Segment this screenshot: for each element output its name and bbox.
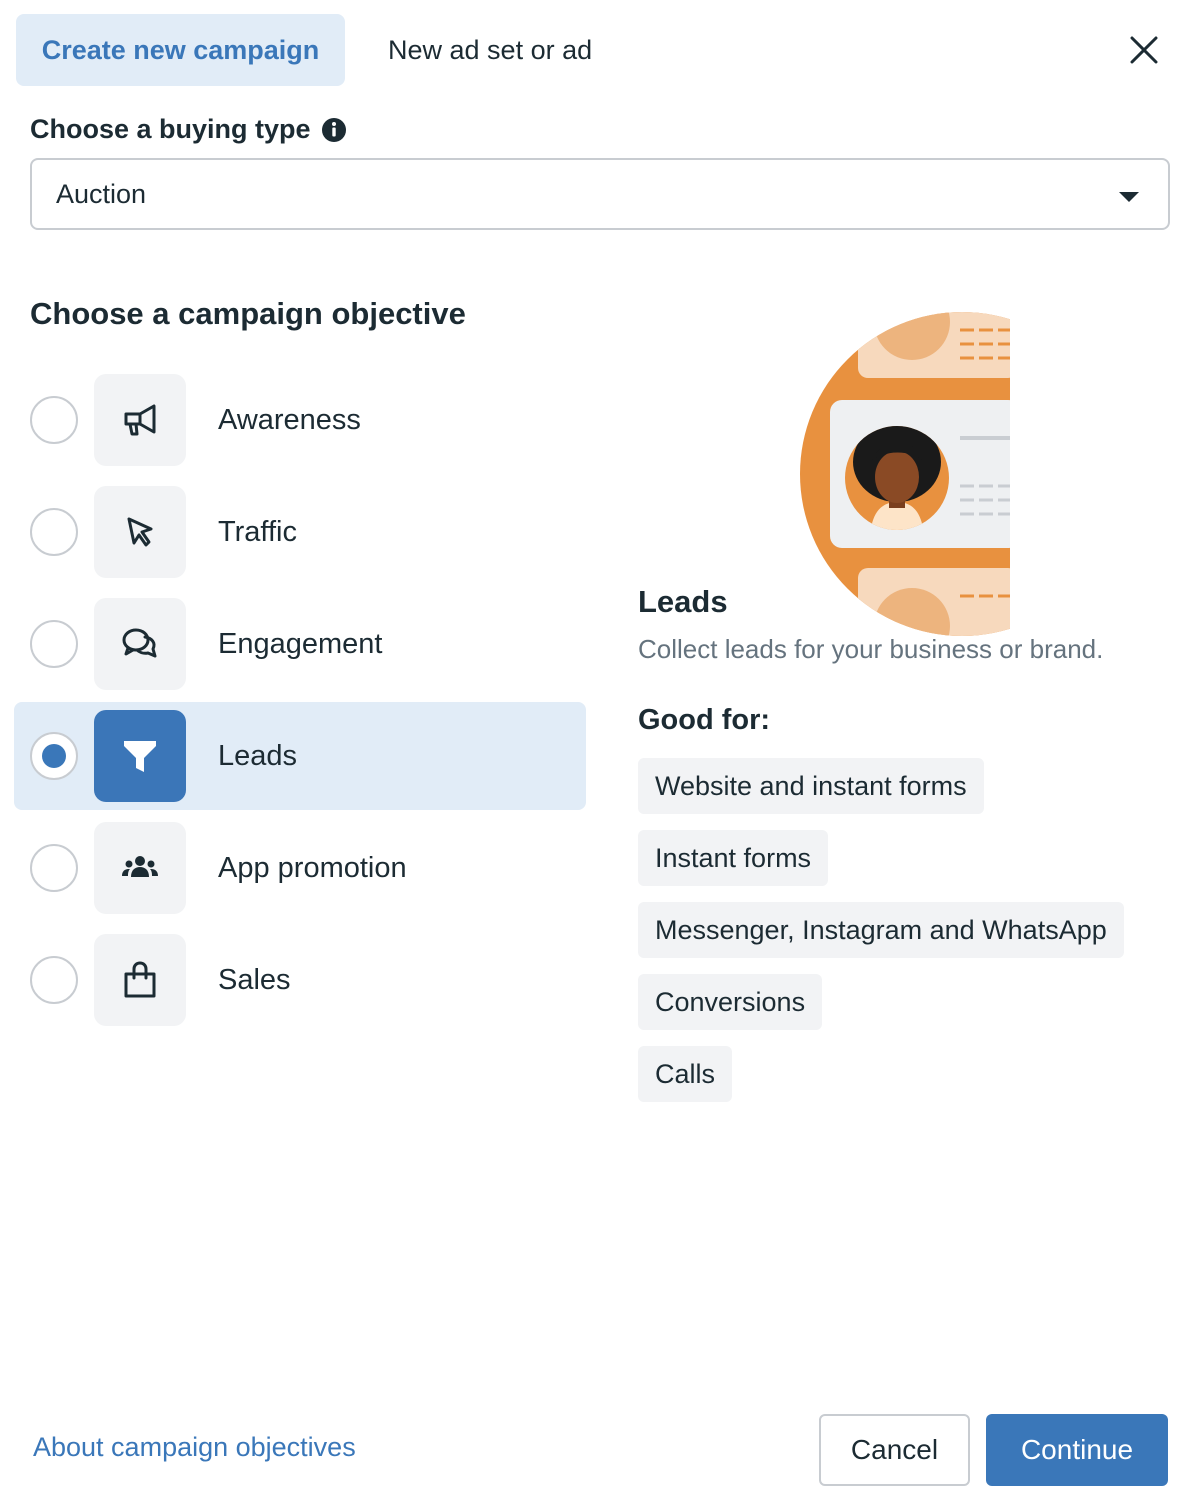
objective-option-traffic[interactable]: Traffic bbox=[14, 478, 586, 586]
good-for-chip: Messenger, Instagram and WhatsApp bbox=[638, 902, 1124, 958]
about-campaign-objectives-link[interactable]: About campaign objectives bbox=[33, 1432, 356, 1463]
objective-option-awareness[interactable]: Awareness bbox=[14, 366, 586, 474]
leads-illustration bbox=[800, 312, 1010, 636]
tab-create-new-campaign[interactable]: Create new campaign bbox=[16, 14, 345, 86]
buying-type-select[interactable]: Auction bbox=[30, 158, 1170, 230]
continue-button[interactable]: Continue bbox=[986, 1414, 1168, 1486]
objective-label: Engagement bbox=[218, 627, 383, 660]
shopping-bag-icon bbox=[94, 934, 186, 1026]
buying-type-value: Auction bbox=[56, 178, 147, 209]
objective-option-engagement[interactable]: Engagement bbox=[14, 590, 586, 698]
objective-label: App promotion bbox=[218, 851, 407, 884]
people-icon bbox=[94, 822, 186, 914]
objective-option-leads[interactable]: Leads bbox=[14, 702, 586, 810]
objective-option-app-promotion[interactable]: App promotion bbox=[14, 814, 586, 922]
cancel-button[interactable]: Cancel bbox=[819, 1414, 970, 1486]
good-for-chip: Instant forms bbox=[638, 830, 829, 886]
info-icon[interactable] bbox=[321, 117, 347, 143]
megaphone-icon bbox=[94, 374, 186, 466]
radio-button[interactable] bbox=[30, 508, 78, 556]
chat-bubbles-icon bbox=[94, 598, 186, 690]
cursor-icon bbox=[94, 486, 186, 578]
radio-button-selected[interactable] bbox=[30, 732, 78, 780]
buying-type-label-text: Choose a buying type bbox=[30, 114, 311, 144]
objective-label: Traffic bbox=[218, 515, 297, 548]
chevron-down-icon bbox=[1119, 192, 1139, 202]
close-button[interactable] bbox=[1118, 24, 1170, 76]
objective-title: Choose a campaign objective bbox=[30, 296, 466, 331]
radio-button[interactable] bbox=[30, 844, 78, 892]
radio-button[interactable] bbox=[30, 620, 78, 668]
radio-button[interactable] bbox=[30, 956, 78, 1004]
close-icon bbox=[1130, 36, 1158, 64]
objective-detail-title: Leads bbox=[638, 584, 728, 619]
radio-button[interactable] bbox=[30, 396, 78, 444]
objective-label: Sales bbox=[218, 963, 291, 996]
objective-detail-description: Collect leads for your business or brand… bbox=[638, 634, 1104, 664]
good-for-label: Good for: bbox=[638, 704, 771, 736]
objective-label: Awareness bbox=[218, 403, 361, 436]
good-for-chip: Website and instant forms bbox=[638, 758, 984, 814]
buying-type-label: Choose a buying type bbox=[30, 114, 347, 145]
objective-option-sales[interactable]: Sales bbox=[14, 926, 586, 1034]
good-for-chip: Conversions bbox=[638, 974, 823, 1030]
good-for-chip: Calls bbox=[638, 1046, 733, 1102]
tab-new-ad-set-or-ad[interactable]: New ad set or ad bbox=[368, 14, 612, 86]
objective-label: Leads bbox=[218, 739, 298, 772]
funnel-icon bbox=[94, 710, 186, 802]
